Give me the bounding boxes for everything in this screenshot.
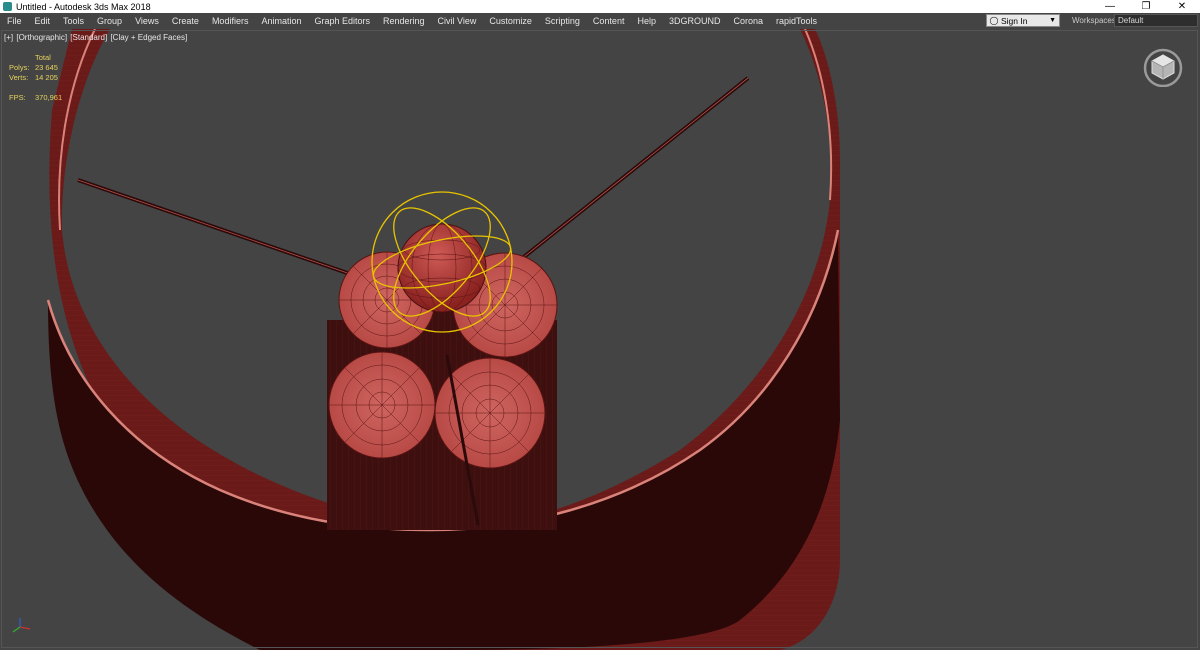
window-title: Untitled - Autodesk 3ds Max 2018 bbox=[16, 1, 151, 12]
menu-civil-view[interactable]: Civil View bbox=[431, 16, 483, 26]
menu-content[interactable]: Content bbox=[586, 16, 631, 26]
sign-in-label: Sign In bbox=[1001, 15, 1028, 26]
menu-customize[interactable]: Customize bbox=[482, 16, 538, 26]
chevron-down-icon: ▼ bbox=[1049, 17, 1056, 24]
menu-rendering[interactable]: Rendering bbox=[376, 16, 431, 26]
maximize-button[interactable]: ❐ bbox=[1128, 0, 1164, 13]
menu-rapidtools[interactable]: rapidTools bbox=[769, 16, 823, 26]
perspective-viewport[interactable] bbox=[0, 29, 1200, 650]
axis-tripod-icon bbox=[12, 618, 31, 633]
stats-fps-label: FPS: bbox=[9, 93, 26, 102]
menu-animation[interactable]: Animation bbox=[254, 16, 307, 26]
sign-in-button[interactable]: ◯ Sign In ▼ bbox=[986, 14, 1060, 27]
workspaces-label: Workspaces: bbox=[1072, 16, 1119, 25]
menu-modifiers[interactable]: Modifiers bbox=[205, 16, 255, 26]
menu-file[interactable]: File bbox=[0, 16, 28, 26]
close-button[interactable]: ✕ bbox=[1164, 0, 1200, 13]
viewport-plus-menu[interactable]: [+] bbox=[4, 33, 13, 42]
viewport-statistics: Total Polys: 23 645 Verts: 14 205 FPS: 370,… bbox=[9, 53, 75, 103]
menu-graph-editors[interactable]: Graph Editors bbox=[307, 16, 376, 26]
menu-create[interactable]: Create bbox=[165, 16, 205, 26]
stats-verts-label: Verts: bbox=[9, 73, 29, 82]
menu-tools[interactable]: Tools bbox=[56, 16, 90, 26]
stats-polys-value: 23 645 bbox=[35, 63, 58, 72]
bulb-sphere[interactable] bbox=[397, 223, 487, 313]
3dsmax-icon bbox=[3, 2, 12, 11]
viewport-shading-menu[interactable]: [Standard] bbox=[70, 33, 107, 42]
menu-edit[interactable]: Edit bbox=[28, 16, 57, 26]
menu-3dground[interactable]: 3DGROUND bbox=[662, 16, 727, 26]
viewport-scene[interactable] bbox=[0, 29, 1200, 650]
menu-views[interactable]: Views bbox=[128, 16, 165, 26]
title-bar: Untitled - Autodesk 3ds Max 2018 — ❐ ✕ bbox=[0, 0, 1200, 13]
viewport-display-menu[interactable]: [Clay + Edged Faces] bbox=[110, 33, 187, 42]
menu-scripting[interactable]: Scripting bbox=[538, 16, 586, 26]
menu-group[interactable]: Group bbox=[90, 16, 128, 26]
stats-verts-value: 14 205 bbox=[35, 73, 58, 82]
viewport-label-menu[interactable]: [+] [Orthographic] [Standard] [Clay + Ed… bbox=[4, 33, 188, 42]
minimize-button[interactable]: — bbox=[1092, 0, 1128, 13]
workspace-select[interactable]: Default bbox=[1114, 14, 1198, 27]
menu-bar: File Edit Tools Group Views Create Modif… bbox=[0, 13, 1200, 29]
viewcube-icon[interactable] bbox=[1143, 47, 1183, 87]
user-icon: ◯ bbox=[989, 16, 999, 25]
stats-total-label: Total bbox=[35, 53, 51, 62]
stats-fps-value: 370,961 bbox=[35, 93, 63, 102]
viewport-pov-menu[interactable]: [Orthographic] bbox=[16, 33, 67, 42]
menu-help[interactable]: Help bbox=[630, 16, 662, 26]
stats-polys-label: Polys: bbox=[9, 63, 30, 72]
menu-corona[interactable]: Corona bbox=[726, 16, 769, 26]
